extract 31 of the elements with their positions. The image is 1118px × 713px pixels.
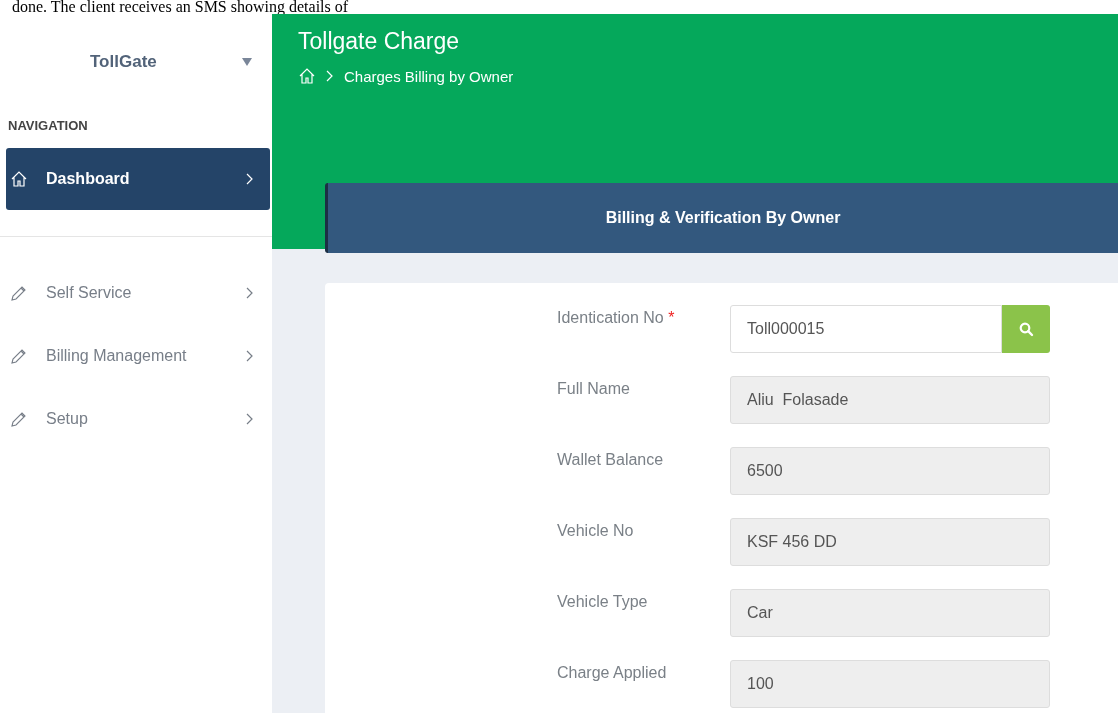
field-label: Identication No — [557, 309, 664, 326]
search-icon — [1018, 321, 1034, 337]
readonly-field[interactable]: Car — [730, 589, 1050, 637]
chevron-icon — [246, 286, 254, 299]
readonly-field[interactable]: 6500 — [730, 447, 1050, 495]
required-mark: * — [668, 309, 675, 326]
section-title: NAVIGATION — [8, 118, 88, 133]
brand-name: TollGate — [90, 52, 158, 72]
nav-item[interactable]: Setup — [6, 387, 270, 450]
chevron-icon — [246, 173, 254, 185]
nav-item[interactable]: Self Service — [6, 261, 270, 324]
home-icon — [10, 170, 28, 188]
readonly-field[interactable]: KSF 456 DD — [730, 518, 1050, 566]
nav-item[interactable]: Dashboard — [6, 148, 270, 210]
dropdown-caret-icon[interactable] — [242, 58, 252, 66]
chevron-icon — [246, 349, 254, 362]
field-label: Vehicle Type — [557, 593, 648, 610]
field-label: Vehicle No — [557, 522, 634, 539]
input-field[interactable]: Toll000015 — [730, 305, 1002, 353]
nav-item[interactable]: Billing Management — [6, 324, 270, 387]
search-button[interactable] — [1002, 305, 1050, 353]
page-title: Tollgate Charge — [298, 28, 461, 55]
chevron-icon — [326, 70, 334, 82]
readonly-field[interactable]: 100 — [730, 660, 1050, 708]
field-label: Wallet Balance — [557, 451, 664, 468]
field-label: Full Name — [557, 380, 630, 397]
panel-header: Billing & Verification By Owner — [325, 183, 1118, 253]
home-icon — [298, 67, 316, 85]
chevron-icon — [246, 412, 254, 425]
readonly-field[interactable]: Aliu Folasade — [730, 376, 1050, 424]
field-label: Charge Applied — [557, 664, 667, 681]
